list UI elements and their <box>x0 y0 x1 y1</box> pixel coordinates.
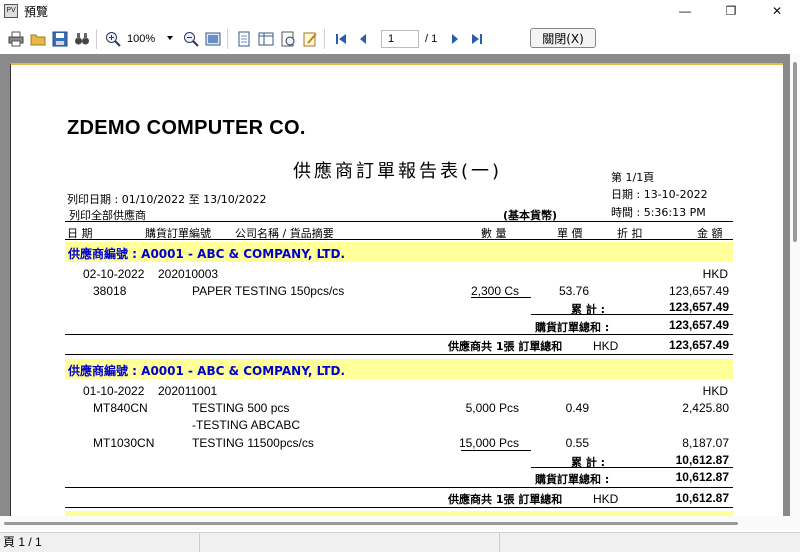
export-icon[interactable] <box>278 29 298 49</box>
supplier-header: 供應商編號 : A0001 - ABC & COMPANY, LTD. <box>68 364 346 378</box>
next-page-icon[interactable] <box>445 29 465 49</box>
order-date: 02-10-2022 <box>83 267 145 281</box>
toolbar: 100% 1 / 1 關閉(X) <box>0 26 800 52</box>
divider <box>65 354 733 355</box>
divider <box>65 507 733 508</box>
status-page: 頁 1 / 1 <box>0 533 200 552</box>
window-title: 預覽 <box>24 4 49 19</box>
page-total: / 1 <box>425 33 438 45</box>
status-bar: 頁 1 / 1 <box>0 532 800 552</box>
zoom-select[interactable]: 100% <box>127 29 175 49</box>
scroll-thumb[interactable] <box>793 62 797 242</box>
time-info: 時間 : 5:36:13 PM <box>611 206 706 219</box>
order-currency: HKD <box>702 267 728 281</box>
item-code: MT840CN <box>93 401 148 415</box>
edit-icon[interactable] <box>300 29 320 49</box>
supplier-total-label: 供應商共 1張 訂單總和 <box>448 340 563 353</box>
date-info: 日期 : 13-10-2022 <box>611 188 708 201</box>
divider <box>65 221 733 222</box>
vertical-scrollbar[interactable] <box>790 54 800 516</box>
item-code: MT1030CN <box>93 436 155 450</box>
status-cell <box>200 533 500 552</box>
subtotal-value: 123,657.49 <box>668 300 729 314</box>
page-layout-icon[interactable] <box>256 29 276 49</box>
supplier-header: 供應商編號 : A0001 - ABC & COMPANY, LTD. <box>68 247 346 261</box>
item-desc: PAPER TESTING 150pcs/cs <box>192 284 345 298</box>
supplier-total-label: 供應商共 1張 訂單總和 <box>448 493 563 506</box>
page-info: 第 1/1頁 <box>611 171 655 184</box>
first-page-icon[interactable] <box>331 29 351 49</box>
item-amount: 2,425.80 <box>682 401 729 415</box>
previous-page-icon[interactable] <box>353 29 373 49</box>
supplier-total-currency: HKD <box>593 339 619 353</box>
divider <box>65 334 733 335</box>
order-total-label: 購貨訂單總和 : <box>535 473 610 486</box>
item-desc: -TESTING ABCABC <box>192 418 301 432</box>
toolbar-separator <box>227 29 228 49</box>
divider <box>65 487 733 488</box>
save-icon[interactable] <box>50 29 70 49</box>
supplier-total-currency: HKD <box>593 492 619 506</box>
item-price: 0.55 <box>565 436 589 450</box>
divider <box>65 239 733 240</box>
chevron-down-icon <box>167 36 173 40</box>
item-desc: TESTING 500 pcs <box>192 401 290 415</box>
single-page-icon[interactable] <box>234 29 254 49</box>
item-amount: 123,657.49 <box>668 284 729 298</box>
order-date: 01-10-2022 <box>83 384 145 398</box>
item-qty: 15,000 Pcs <box>458 436 519 450</box>
order-total-label: 購貨訂單總和 : <box>535 321 610 334</box>
find-binoculars-icon[interactable] <box>72 29 92 49</box>
supplier-total-value: 123,657.49 <box>668 338 729 352</box>
order-total-value: 123,657.49 <box>668 318 729 332</box>
zoom-in-icon[interactable] <box>103 29 123 49</box>
report-page: ZDEMO COMPUTER CO. 供應商訂單報告表(一) 第 1/1頁 日期… <box>10 63 783 516</box>
page-number-input[interactable]: 1 <box>381 30 419 48</box>
last-page-icon[interactable] <box>467 29 487 49</box>
report-title: 供應商訂單報告表(一) <box>293 161 503 182</box>
preview-area: ZDEMO COMPUTER CO. 供應商訂單報告表(一) 第 1/1頁 日期… <box>0 54 790 516</box>
item-amount: 8,187.07 <box>682 436 729 450</box>
toolbar-separator <box>96 29 97 49</box>
item-price: 0.49 <box>565 401 589 415</box>
horizontal-scrollbar[interactable] <box>0 516 800 530</box>
fit-page-icon[interactable] <box>203 29 223 49</box>
divider <box>531 314 733 315</box>
order-number: 202011001 <box>158 384 218 398</box>
supplier-header-band: 供應商編號 : A0001 - ABC & COMPANY, LTD. <box>65 242 733 262</box>
order-total-value: 10,612.87 <box>675 470 729 484</box>
status-cell <box>500 533 800 552</box>
item-qty: 2,300 Cs <box>470 284 519 298</box>
supplier-total-value: 10,612.87 <box>675 491 729 505</box>
divider <box>531 467 733 468</box>
supplier-header-band: 供應商編號 : A0001 - ABC & COMPANY, LTD. <box>65 359 733 379</box>
order-number: 202010003 <box>158 267 219 281</box>
window-controls: — ❐ ✕ <box>662 0 800 22</box>
app-icon: PV <box>4 4 18 18</box>
toolbar-separator <box>324 29 325 49</box>
item-desc: TESTING 11500pcs/cs <box>192 436 314 450</box>
item-price: 53.76 <box>558 284 589 298</box>
minimize-button[interactable]: — <box>662 0 708 22</box>
zoom-value: 100% <box>127 33 156 45</box>
print-date-range: 列印日期 : 01/10/2022 至 13/10/2022 <box>67 193 267 206</box>
divider <box>471 297 531 298</box>
close-window-button[interactable]: ✕ <box>754 0 800 22</box>
subtotal-value: 10,612.87 <box>675 453 729 467</box>
item-qty: 5,000 Pcs <box>465 401 519 415</box>
title-bar: PV 預覽 — ❐ ✕ <box>0 0 800 22</box>
scroll-thumb[interactable] <box>4 522 738 525</box>
divider <box>461 450 531 451</box>
company-name: ZDEMO COMPUTER CO. <box>67 117 306 139</box>
item-code: 38018 <box>93 284 127 298</box>
open-folder-icon[interactable] <box>28 29 48 49</box>
maximize-button[interactable]: ❐ <box>708 0 754 22</box>
order-currency: HKD <box>702 384 728 398</box>
close-preview-button[interactable]: 關閉(X) <box>530 28 596 48</box>
print-icon[interactable] <box>6 29 26 49</box>
zoom-out-icon[interactable] <box>181 29 201 49</box>
